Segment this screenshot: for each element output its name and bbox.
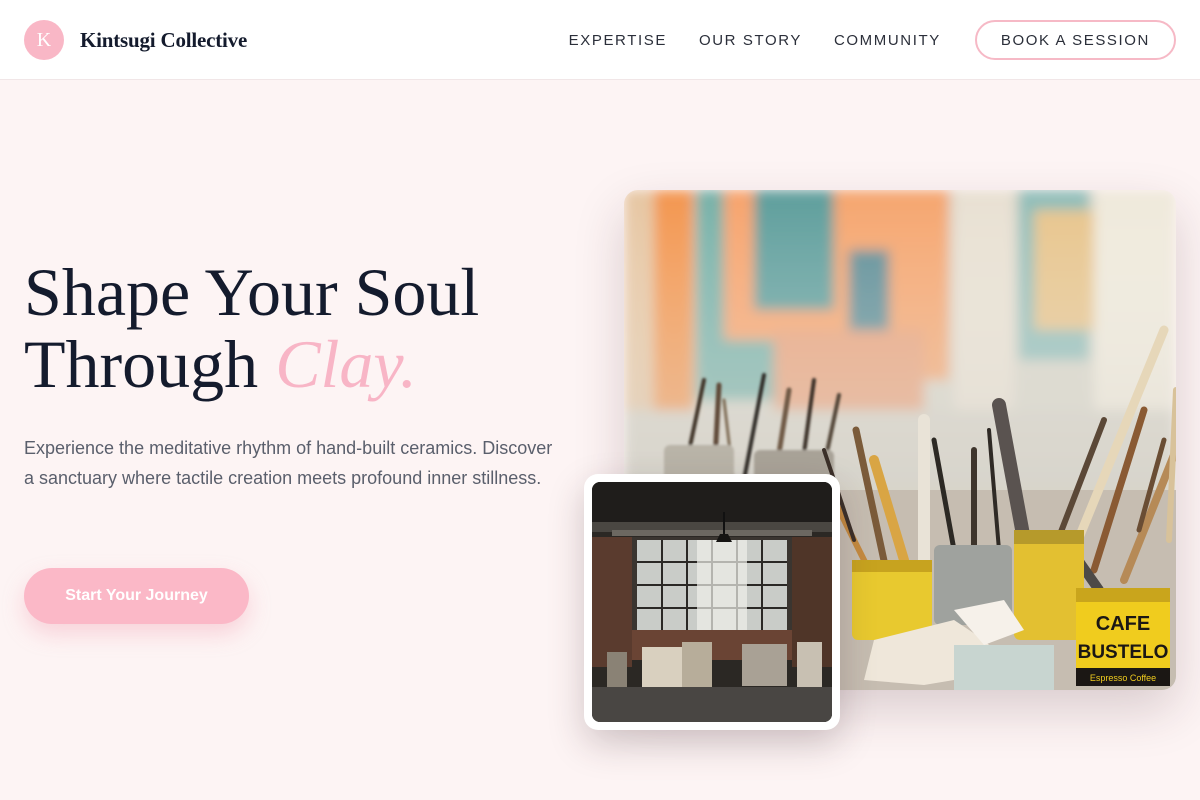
- brand[interactable]: K Kintsugi Collective: [24, 20, 247, 60]
- main-nav: EXPERTISE OUR STORY COMMUNITY BOOK A SES…: [569, 20, 1176, 60]
- hero-title-line-1: Shape Your Soul: [24, 254, 480, 330]
- studio-photo-card: [584, 474, 840, 730]
- brand-logo-icon: K: [24, 20, 64, 60]
- nav-link-community[interactable]: COMMUNITY: [834, 32, 941, 49]
- can-label-espresso: Espresso Coffee: [1090, 673, 1156, 683]
- hero-title-line-2: Through: [24, 326, 276, 402]
- nav-link-expertise[interactable]: EXPERTISE: [569, 32, 667, 49]
- start-journey-button[interactable]: Start Your Journey: [24, 568, 249, 624]
- top-navigation-bar: K Kintsugi Collective EXPERTISE OUR STOR…: [0, 0, 1200, 80]
- can-label-bustelo: BUSTELO: [1078, 642, 1169, 663]
- nav-link-our-story[interactable]: OUR STORY: [699, 32, 802, 49]
- hero-subtitle: Experience the meditative rhythm of hand…: [24, 438, 553, 488]
- hero-title-accent: Clay.: [275, 326, 417, 402]
- hero-title: Shape Your Soul Through Clay.: [24, 256, 584, 400]
- book-session-button[interactable]: BOOK A SESSION: [974, 20, 1176, 60]
- industrial-studio-photo: [592, 482, 832, 722]
- brand-name: Kintsugi Collective: [80, 27, 248, 52]
- can-label-cafe: CAFE: [1096, 613, 1150, 635]
